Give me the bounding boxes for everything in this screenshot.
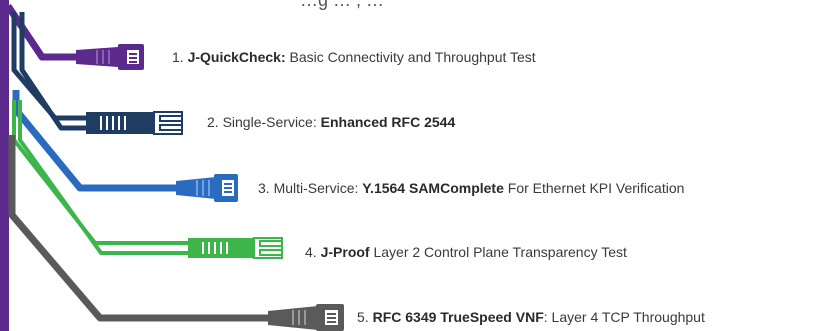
item-2-pre: Single-Service:	[218, 114, 321, 130]
item-3-post: For Ethernet KPI Verification	[503, 180, 685, 196]
item-4-number: 4.	[305, 244, 317, 260]
item-4-label: 4. J-Proof Layer 2 Control Plane Transpa…	[305, 244, 627, 260]
item-2-bold: Enhanced RFC 2544	[320, 114, 456, 130]
item-2-label: 2. Single-Service: Enhanced RFC 2544	[207, 114, 455, 130]
item-1-bold: J-QuickCheck:	[187, 49, 286, 65]
item-5-number: 5.	[357, 309, 369, 325]
duplex-fiber-connector-navy-icon	[86, 111, 183, 135]
rj45-connector-purple-icon	[76, 44, 144, 70]
item-4-bold: J-Proof	[320, 244, 370, 260]
item-5-label: 5. RFC 6349 TrueSpeed VNF: Layer 4 TCP T…	[357, 309, 705, 325]
item-2-number: 2.	[207, 114, 219, 130]
item-1-number: 1.	[172, 49, 184, 65]
duplex-fiber-connector-green-icon	[188, 237, 283, 259]
item-3-label: 3. Multi-Service: Y.1564 SAMComplete For…	[258, 180, 684, 196]
cable-5-gray	[8, 135, 270, 322]
left-border-bar	[0, 0, 9, 331]
cable-1-purple	[5, 4, 78, 61]
item-3-number: 3.	[258, 180, 270, 196]
item-3-pre: Multi-Service:	[269, 180, 363, 196]
item-1-label: 1. J-QuickCheck: Basic Connectivity and …	[172, 49, 536, 65]
rj45-connector-gray-icon	[268, 304, 344, 331]
rj45-connector-blue-icon	[176, 174, 238, 202]
item-4-post: Layer 2 Control Plane Transparency Test	[369, 244, 627, 260]
item-3-bold: Y.1564 SAMComplete	[362, 180, 504, 196]
item-5-bold: RFC 6349 TrueSpeed VNF	[372, 309, 544, 325]
clipped-header-text: …g … , …	[300, 0, 385, 10]
item-5-post: : Layer 4 TCP Throughput	[543, 309, 705, 325]
item-1-post: Basic Connectivity and Throughput Test	[285, 49, 536, 65]
